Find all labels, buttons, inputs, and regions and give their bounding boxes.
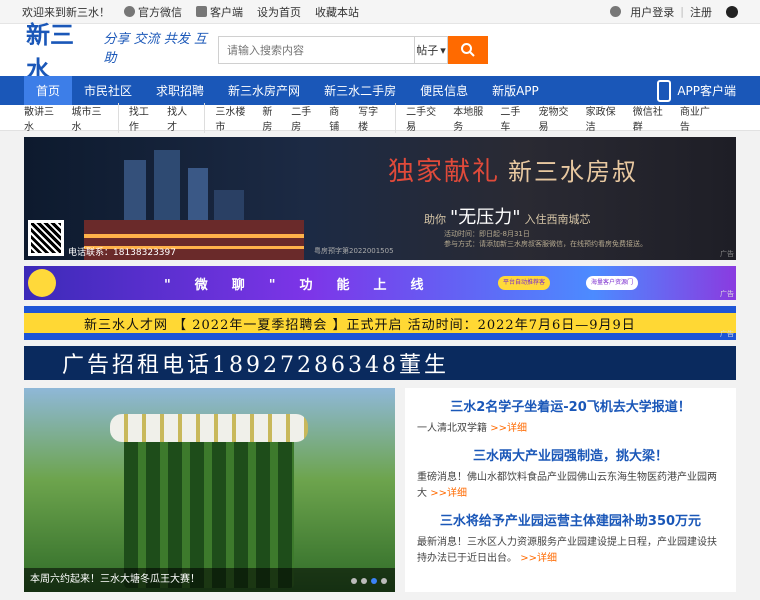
presale-code: 粤房预字第2022001505	[314, 247, 394, 255]
nav-item-home[interactable]: 首页	[24, 76, 73, 105]
ad-tag: 广告	[720, 290, 734, 298]
nav-item-jobs[interactable]: 求职招聘	[144, 76, 216, 105]
search-input[interactable]	[218, 36, 414, 64]
contact-phone: 电话联系：18138323397	[68, 248, 176, 258]
ad-tag: 广告	[720, 330, 734, 338]
search-button[interactable]	[448, 36, 488, 64]
user-icon	[610, 6, 622, 17]
register-link[interactable]: 注册	[690, 4, 712, 20]
ad-rental-text: 广告招租电话18927286348董生	[62, 353, 449, 378]
news-title[interactable]: 三水两大产业园强制造，挑大梁！	[417, 445, 724, 464]
favorite-link[interactable]: 收藏本站	[315, 4, 359, 20]
slider-dot[interactable]	[381, 578, 387, 584]
search-icon	[461, 43, 475, 57]
banner-headline: 独家献礼 新三水房叔	[388, 157, 639, 187]
subnav-group-services: 二手交易 本地服务 二手车 宠物交易 家政保洁 微信社群 商业广告	[406, 103, 726, 133]
main-content: 电话联系：18138323397 粤房预字第2022001505 独家献礼 新三水…	[0, 131, 760, 592]
news-desc: 一人清北双学籍 >>详细	[417, 423, 527, 434]
nav-item-secondhand-house[interactable]: 新三水二手房	[312, 76, 408, 105]
subnav-item[interactable]: 找工作	[129, 103, 156, 133]
nav-item-convenience[interactable]: 便民信息	[408, 76, 480, 105]
news-more-link[interactable]: >>详细	[520, 553, 557, 564]
news-more-link[interactable]: >>详细	[490, 423, 527, 434]
news-desc: 重磅消息！佛山水都饮料食品产业园佛山云东海生物医药港产业园两大 >>详细	[417, 472, 717, 499]
search-type-select[interactable]: 帖子 ▾	[414, 36, 448, 64]
banner-subline: 助你 "无压力" 入住西南城芯	[424, 207, 591, 228]
winter-melon-image	[110, 414, 308, 588]
ad-tag: 广告	[720, 250, 734, 258]
slider-dot[interactable]	[361, 578, 367, 584]
subnav-item[interactable]: 城市三水	[71, 103, 107, 133]
weixin-banner-text: "微聊"功能上线	[164, 277, 448, 293]
subnav-item[interactable]: 商铺	[329, 103, 347, 133]
banner-details: 参与方式：请添加新三水房叔客服微信，在线预约看房免费接送。	[444, 240, 647, 248]
chat-logo-icon	[28, 269, 56, 297]
weixin-badge-1: 平台自动推荐客	[498, 276, 551, 290]
subnav-item[interactable]: 找人才	[167, 103, 194, 133]
subnav-group-property: 三水楼市 新房 二手房 商铺 写字楼	[215, 102, 397, 133]
phone-icon	[657, 79, 672, 102]
banner-date: 活动时间：即日起-8月31日	[444, 230, 530, 238]
news-item: 三水将给予产业园运营主体建园补助350万元 最新消息！三水区人力资源服务产业园建…	[417, 510, 724, 567]
login-link[interactable]: 用户登录	[630, 4, 674, 20]
nav-item-new-app[interactable]: 新版APP	[480, 76, 551, 105]
set-homepage-link[interactable]: 设为首页	[257, 4, 301, 20]
site-logo[interactable]: 新三水 分享 交流 共发 互助	[26, 15, 216, 85]
subnav-item[interactable]: 二手交易	[406, 103, 442, 133]
subnav-item[interactable]: 宠物交易	[538, 103, 574, 133]
search-bar: 帖子▾	[218, 36, 488, 64]
slider-caption: 本周六约起来！三水大塘冬瓜王大赛！	[24, 568, 395, 592]
weixin-badge-2: 海量客户资源门	[586, 276, 639, 290]
header: 新三水 分享 交流 共发 互助 帖子▾	[0, 20, 760, 84]
qr-code	[28, 220, 64, 256]
news-list: 三水2名学子坐着运-20飞机去大学报道！ 一人清北双学籍 >>详细 三水两大产业…	[405, 388, 736, 592]
sub-nav: 散讲三水 城市三水 找工作 找人才 三水楼市 新房 二手房 商铺 写字楼 二手交…	[0, 102, 760, 133]
news-desc: 最新消息！三水区人力资源服务产业园建设提上日程，产业园建设扶持办法已于近日出台。…	[417, 537, 717, 564]
subnav-item[interactable]: 二手车	[500, 103, 527, 133]
subnav-item[interactable]: 本地服务	[453, 103, 489, 133]
subnav-item[interactable]: 写字楼	[358, 103, 385, 133]
qq-icon[interactable]	[726, 5, 738, 18]
separator: |	[680, 5, 684, 18]
subnav-group-sanshui: 散讲三水 城市三水	[24, 102, 119, 133]
subnav-item[interactable]: 商业广告	[680, 103, 716, 133]
nav-item-community[interactable]: 市民社区	[72, 76, 144, 105]
image-slider[interactable]: 本周六约起来！三水大塘冬瓜王大赛！	[24, 388, 395, 592]
subnav-item[interactable]: 二手房	[291, 103, 318, 133]
main-nav: 首页 市民社区 求职招聘 新三水房产网 新三水二手房 便民信息 新版APP AP…	[0, 76, 760, 105]
chevron-down-icon: ▾	[440, 43, 446, 57]
subnav-item[interactable]: 微信社群	[633, 103, 669, 133]
news-item: 三水两大产业园强制造，挑大梁！ 重磅消息！佛山水都饮料食品产业园佛山云东海生物医…	[417, 445, 724, 502]
slogan: 分享 交流 共发 互助	[103, 32, 207, 66]
feature-section: 本周六约起来！三水大塘冬瓜王大赛！ 三水2名学子坐着运-20飞机去大学报道！ 一…	[24, 388, 736, 592]
subnav-item[interactable]: 散讲三水	[24, 103, 60, 133]
slider-dot-active[interactable]	[371, 578, 377, 584]
app-client-link[interactable]: APP客户端	[657, 79, 736, 102]
news-title[interactable]: 三水2名学子坐着运-20飞机去大学报道！	[417, 396, 724, 415]
realestate-banner[interactable]: 电话联系：18138323397 粤房预字第2022001505 独家献礼 新三水…	[24, 137, 736, 260]
nav-item-realestate[interactable]: 新三水房产网	[216, 76, 312, 105]
job-banner-text: 新三水人才网 【 2022年一夏季招聘会 】正式开启 活动时间：2022年7月6…	[84, 318, 636, 333]
city-skyline-image	[84, 150, 304, 260]
subnav-item[interactable]: 三水楼市	[215, 103, 251, 133]
news-title[interactable]: 三水将给予产业园运营主体建园补助350万元	[417, 510, 724, 529]
logo-text: 新三水	[26, 20, 74, 84]
job-fair-banner[interactable]: 新三水人才网 【 2022年一夏季招聘会 】正式开启 活动时间：2022年7月6…	[24, 306, 736, 340]
subnav-group-jobs: 找工作 找人才	[129, 102, 206, 133]
subnav-item[interactable]: 家政保洁	[586, 103, 622, 133]
ad-rental-banner[interactable]: 广告招租电话18927286348董生	[24, 346, 736, 380]
weixin-chat-banner[interactable]: "微聊"功能上线 平台自动推荐客 海量客户资源门 广告	[24, 266, 736, 300]
news-more-link[interactable]: >>详细	[430, 488, 467, 499]
news-item: 三水2名学子坐着运-20飞机去大学报道！ 一人清北双学籍 >>详细	[417, 396, 724, 437]
slider-dots	[351, 578, 387, 584]
slider-dot[interactable]	[351, 578, 357, 584]
subnav-item[interactable]: 新房	[262, 103, 280, 133]
